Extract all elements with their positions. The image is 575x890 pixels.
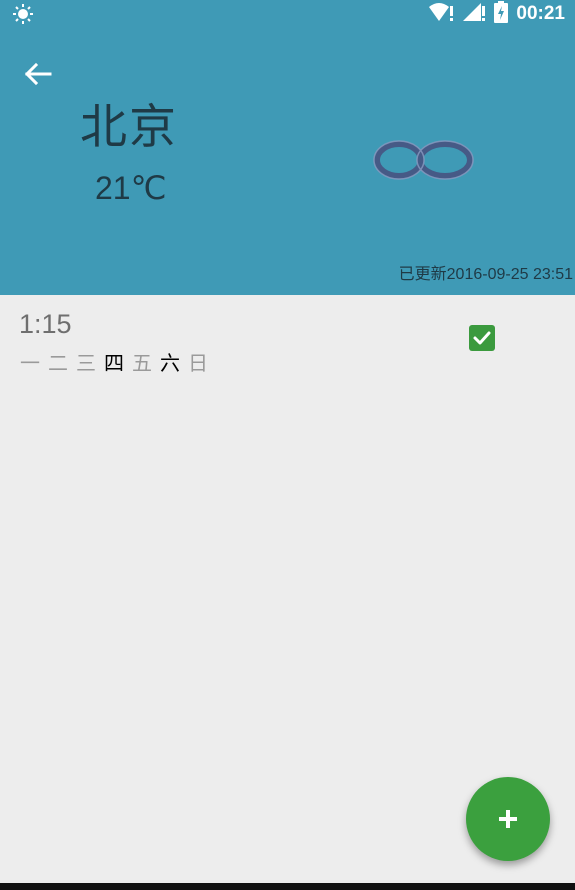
signal-icon xyxy=(462,2,486,26)
battery-charging-icon xyxy=(494,1,509,27)
day-tue: 二 xyxy=(48,351,68,375)
day-sun: 日 xyxy=(188,351,208,375)
app-screen: 00:21 北京 21℃ 已更新2016-09-25 23:51 1:15 一 … xyxy=(0,0,575,890)
arrow-back-icon xyxy=(24,62,52,86)
wifi-icon xyxy=(428,2,454,26)
day-wed: 三 xyxy=(76,351,96,375)
status-icons: 00:21 xyxy=(428,1,565,27)
temperature: 21℃ xyxy=(95,170,167,206)
alarm-time: 1:15 xyxy=(19,309,72,339)
add-alarm-button[interactable] xyxy=(466,777,550,861)
day-mon: 一 xyxy=(20,351,40,375)
day-thu: 四 xyxy=(104,351,124,375)
fog-icon xyxy=(373,138,475,182)
city-name: 北京 xyxy=(80,100,178,155)
day-sat: 六 xyxy=(160,351,180,375)
back-button[interactable] xyxy=(20,56,56,92)
bottom-edge xyxy=(0,883,575,890)
brightness-icon xyxy=(13,4,33,24)
alarm-enabled-checkbox[interactable] xyxy=(469,325,495,351)
plus-icon xyxy=(499,810,517,828)
day-fri: 五 xyxy=(132,351,152,375)
alarm-days: 一 二 三 四 五 六 日 xyxy=(19,349,209,377)
check-icon xyxy=(473,331,491,345)
alarm-item[interactable]: 1:15 一 二 三 四 五 六 日 xyxy=(0,295,575,390)
weather-header: 00:21 北京 21℃ 已更新2016-09-25 23:51 xyxy=(0,0,575,295)
updated-time: 已更新2016-09-25 23:51 xyxy=(398,266,573,283)
status-time: 00:21 xyxy=(516,3,565,24)
status-bar: 00:21 xyxy=(0,0,575,28)
